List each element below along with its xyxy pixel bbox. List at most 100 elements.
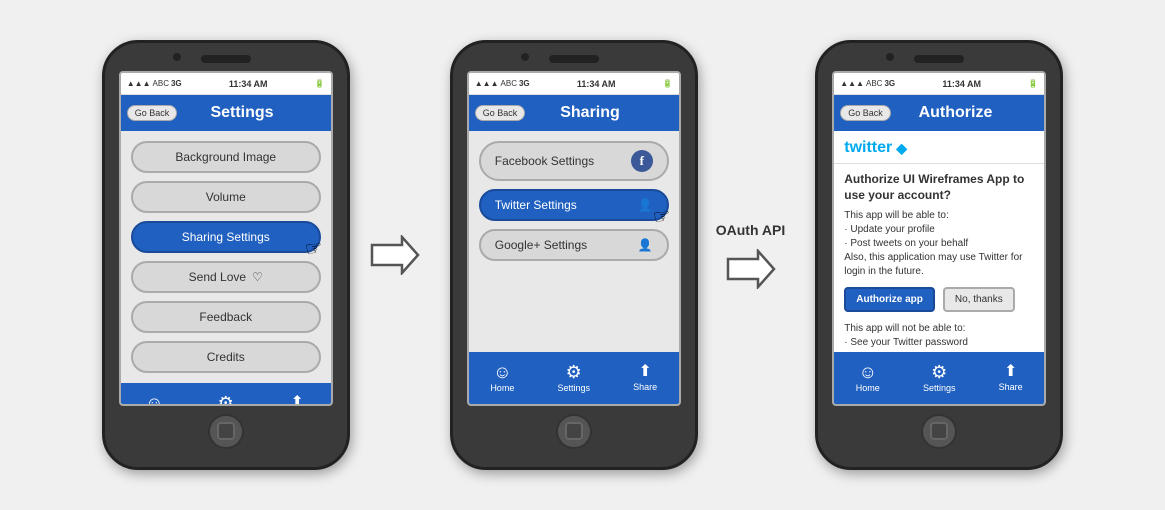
home-button-2[interactable] [556, 414, 592, 449]
tab-home-label-3: Home [856, 383, 880, 393]
twitter-btn-wrapper: Twitter Settings 👤 ☞ [479, 189, 669, 221]
settings-icon-3: ⚙ [931, 363, 947, 381]
tab-settings-1[interactable]: ⚙ Settings [209, 394, 242, 406]
phone-1-screen: ▲▲▲ ABC 3G 11:34 AM 🔋 Go Back Settings B… [119, 71, 333, 406]
battery-icon-2: 🔋 [663, 79, 673, 88]
oauth-section: OAuth API [716, 221, 785, 289]
nav-bar-3: Go Back Authorize [834, 95, 1044, 131]
tab-bar-1: ☺ Home ⚙ Settings ⬆ Share [121, 383, 331, 406]
signal-icon: ▲▲▲ [127, 79, 151, 88]
phone-2-screen: ▲▲▲ ABC 3G 11:34 AM 🔋 Go Back Sharing Fa… [467, 71, 681, 406]
arrow-svg-1 [368, 235, 420, 275]
phone-3-screen: ▲▲▲ ABC 3G 11:34 AM 🔋 Go Back Authorize … [832, 71, 1046, 406]
back-button-1[interactable]: Go Back [127, 105, 178, 121]
home-button-1[interactable] [208, 414, 244, 449]
credits-btn[interactable]: Credits [131, 341, 321, 373]
status-left-2: ▲▲▲ ABC 3G [475, 79, 530, 88]
authorize-can-item-3: Also, this application may use Twitter f… [844, 252, 1022, 277]
authorize-box: Authorize UI Wireframes App to use your … [834, 164, 1044, 352]
back-button-3[interactable]: Go Back [840, 105, 891, 121]
carrier-label: ABC [153, 79, 169, 88]
home-icon-3: ☺ [859, 363, 877, 381]
battery-icon-3: 🔋 [1028, 79, 1038, 88]
signal-icon-3: ▲▲▲ [840, 79, 864, 88]
network-label-3: 3G [884, 79, 895, 88]
cursor-icon-2: ☞ [651, 206, 672, 229]
signal-icon-2: ▲▲▲ [475, 79, 499, 88]
background-image-btn[interactable]: Background Image [131, 141, 321, 173]
battery-icon: 🔋 [315, 79, 325, 88]
authorize-content: twitter ◆ Authorize UI Wireframes App to… [834, 131, 1044, 352]
phone-camera [173, 53, 181, 61]
nav-bar-1: Go Back Settings [121, 95, 331, 131]
authorize-cannot-item-1: · See your Twitter password [844, 337, 968, 348]
home-button-inner-1 [217, 422, 235, 440]
status-bar-2: ▲▲▲ ABC 3G 11:34 AM 🔋 [469, 73, 679, 95]
google-plus-settings-btn[interactable]: Google+ Settings 👤 [479, 229, 669, 261]
nav-title-2: Sharing [531, 104, 648, 122]
twitter-brand-label: twitter [844, 139, 892, 157]
settings-icon-1: ⚙ [218, 394, 234, 406]
nav-title-1: Settings [183, 104, 300, 122]
person-icon-twitter: 👤 [638, 198, 653, 212]
authorize-title: Authorize UI Wireframes App to use your … [844, 172, 1034, 203]
network-label: 3G [171, 79, 182, 88]
tab-home-2[interactable]: ☺ Home [490, 363, 514, 393]
time-label: 11:34 AM [229, 79, 268, 89]
carrier-label-2: ABC [501, 79, 517, 88]
arrow-svg-2 [724, 249, 776, 289]
arrow-1 [368, 235, 420, 275]
authorize-buttons: Authorize app No, thanks [844, 287, 1034, 312]
home-button-inner-2 [565, 422, 583, 440]
sharing-menu: Facebook Settings f Twitter Settings 👤 ☞… [469, 131, 679, 352]
phone-2: ▲▲▲ ABC 3G 11:34 AM 🔋 Go Back Sharing Fa… [450, 40, 698, 470]
phone-camera-2 [521, 53, 529, 61]
send-love-btn[interactable]: Send Love ♡ [131, 261, 321, 293]
home-icon-1: ☺ [145, 394, 163, 406]
tab-settings-label-3: Settings [923, 383, 956, 393]
twitter-settings-btn[interactable]: Twitter Settings 👤 [479, 189, 669, 221]
phone-3: ▲▲▲ ABC 3G 11:34 AM 🔋 Go Back Authorize … [815, 40, 1063, 470]
twitter-diamond-icon: ◆ [896, 140, 907, 157]
authorize-can-item-1: · Update your profile [844, 224, 935, 235]
settings-icon-2: ⚙ [566, 363, 582, 381]
tab-share-1[interactable]: ⬆ Share [285, 395, 309, 406]
status-bar-3: ▲▲▲ ABC 3G 11:34 AM 🔋 [834, 73, 1044, 95]
tab-share-label-3: Share [999, 382, 1023, 392]
status-left-3: ▲▲▲ ABC 3G [840, 79, 895, 88]
status-bar-1: ▲▲▲ ABC 3G 11:34 AM 🔋 [121, 73, 331, 95]
tab-share-3[interactable]: ⬆ Share [999, 364, 1023, 392]
tab-home-1[interactable]: ☺ Home [142, 394, 166, 406]
status-left: ▲▲▲ ABC 3G [127, 79, 182, 88]
tab-settings-3[interactable]: ⚙ Settings [923, 363, 956, 393]
volume-btn[interactable]: Volume [131, 181, 321, 213]
facebook-settings-btn[interactable]: Facebook Settings f [479, 141, 669, 181]
cursor-icon: ☞ [303, 238, 324, 261]
tab-settings-label-2: Settings [557, 383, 590, 393]
time-label-3: 11:34 AM [942, 79, 981, 89]
tab-settings-2[interactable]: ⚙ Settings [557, 363, 590, 393]
phone-speaker [201, 55, 251, 63]
tab-bar-2: ☺ Home ⚙ Settings ⬆ Share [469, 352, 679, 404]
settings-menu: Background Image Volume Sharing Settings… [121, 131, 331, 383]
carrier-label-3: ABC [866, 79, 882, 88]
person-icon-google: 👤 [638, 238, 653, 252]
phone-1: ▲▲▲ ABC 3G 11:34 AM 🔋 Go Back Settings B… [102, 40, 350, 470]
authorize-app-button[interactable]: Authorize app [844, 287, 935, 312]
home-button-inner-3 [930, 422, 948, 440]
heart-icon: ♡ [252, 270, 263, 284]
home-icon-2: ☺ [493, 363, 511, 381]
feedback-btn[interactable]: Feedback [131, 301, 321, 333]
home-button-3[interactable] [921, 414, 957, 449]
sharing-settings-btn[interactable]: Sharing Settings [131, 221, 321, 253]
back-button-2[interactable]: Go Back [475, 105, 526, 121]
no-thanks-button[interactable]: No, thanks [943, 287, 1015, 312]
tab-share-2[interactable]: ⬆ Share [633, 364, 657, 392]
tab-home-3[interactable]: ☺ Home [856, 363, 880, 393]
phone-speaker-2 [549, 55, 599, 63]
oauth-label: OAuth API [716, 221, 785, 239]
tab-bar-3: ☺ Home ⚙ Settings ⬆ Share [834, 352, 1044, 404]
tab-home-label-2: Home [490, 383, 514, 393]
time-label-2: 11:34 AM [577, 79, 616, 89]
share-icon-3: ⬆ [1004, 364, 1017, 380]
